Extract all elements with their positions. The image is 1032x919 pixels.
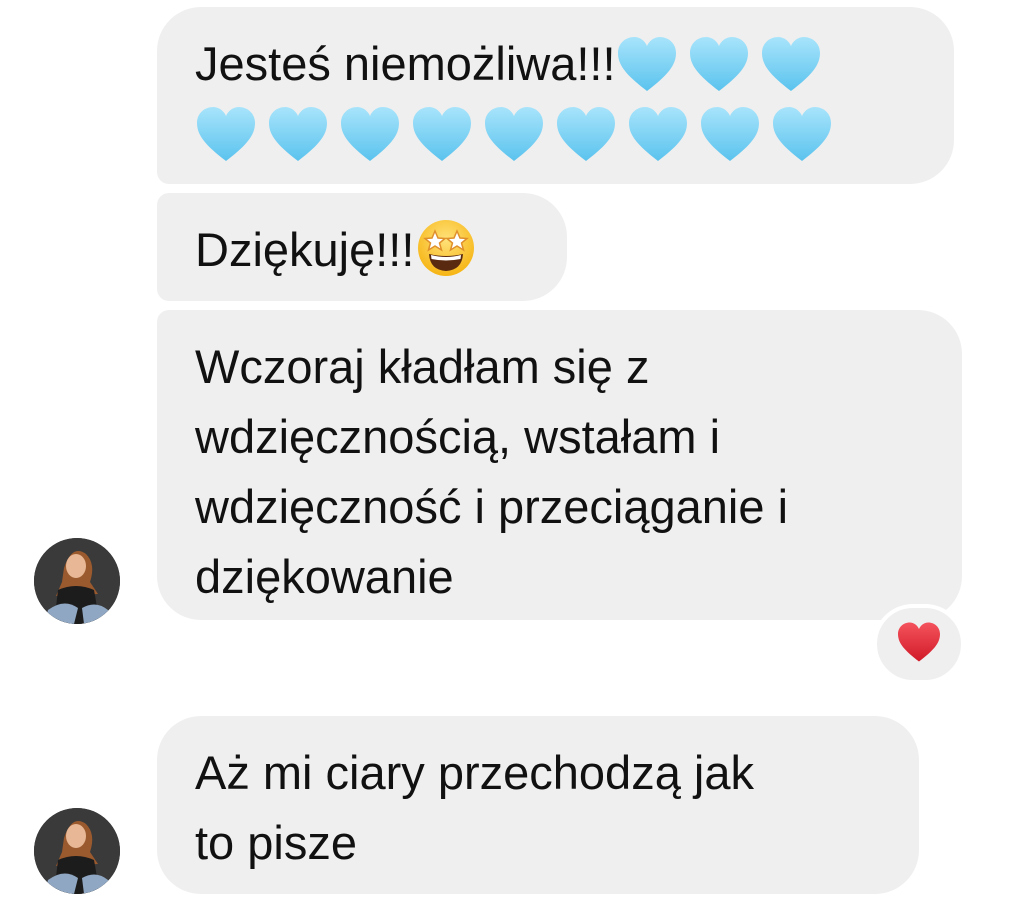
message-text-line: to pisze — [195, 816, 357, 869]
chat-thread: Jesteś niemożliwa!!! Dziękuję!!! Wczoraj… — [0, 0, 1032, 919]
message-text-line: dziękowanie — [195, 550, 454, 603]
avatar[interactable] — [34, 538, 120, 624]
message-text: Dziękuję!!! — [195, 223, 415, 276]
light-blue-heart-icon — [699, 105, 761, 163]
light-blue-heart-icon — [267, 105, 329, 163]
message-text-line: Jesteś niemożliwa!!! — [195, 29, 916, 99]
message-text-line: wdzięczność i przeciąganie i — [195, 480, 789, 533]
message-bubble[interactable]: Jesteś niemożliwa!!! — [157, 7, 954, 184]
light-blue-heart-icon — [771, 105, 833, 163]
message-text-line: Aż mi ciary przechodzą jak — [195, 746, 754, 799]
light-blue-heart-icon — [688, 35, 750, 93]
message-bubble[interactable]: Dziękuję!!! — [157, 193, 567, 301]
avatar[interactable] — [34, 808, 120, 894]
light-blue-heart-icon — [339, 105, 401, 163]
light-blue-heart-icon — [760, 35, 822, 93]
message-bubble[interactable]: Wczoraj kładłam się z wdzięcznością, wst… — [157, 310, 962, 620]
light-blue-heart-icon — [627, 105, 689, 163]
message-emoji-line — [195, 99, 916, 169]
light-blue-heart-icon — [616, 35, 678, 93]
message-bubble[interactable]: Aż mi ciary przechodzą jak to pisze — [157, 716, 919, 894]
light-blue-heart-icon — [411, 105, 473, 163]
reaction-badge[interactable] — [873, 604, 965, 684]
message-text-line: wdzięcznością, wstałam i — [195, 410, 721, 463]
red-heart-icon — [896, 621, 942, 668]
message-text-line: Dziękuję!!! — [195, 215, 529, 285]
light-blue-heart-icon — [483, 105, 545, 163]
light-blue-heart-icon — [195, 105, 257, 163]
star-struck-face-icon — [416, 218, 476, 278]
message-text-line: Wczoraj kładłam się z — [195, 340, 650, 393]
message-text: Jesteś niemożliwa!!! — [195, 37, 616, 90]
light-blue-heart-icon — [555, 105, 617, 163]
